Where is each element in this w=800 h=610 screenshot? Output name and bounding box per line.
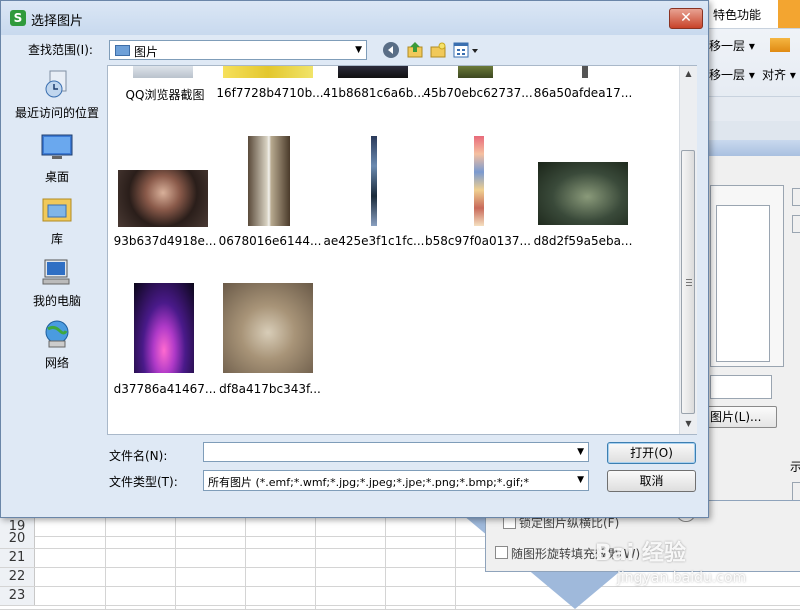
recent-places-icon — [45, 70, 67, 98]
thumbnail[interactable] — [223, 283, 313, 373]
tab-special-features-label: 特色功能 — [713, 8, 762, 22]
thumbnail[interactable] — [582, 66, 588, 78]
network-icon — [45, 320, 69, 348]
picture-path-field[interactable] — [710, 375, 772, 399]
file-name: d8d2f59a5eba... — [533, 234, 633, 248]
side-button-2[interactable] — [792, 215, 800, 233]
column-divider — [245, 518, 246, 609]
row-number: 22 — [0, 568, 35, 586]
file-list-scrollbar[interactable]: ▲ ▼ — [679, 66, 697, 434]
cancel-button[interactable]: 取消 — [607, 470, 696, 492]
place-label: 我的电脑 — [32, 294, 81, 308]
chevron-down-icon[interactable]: ▼ — [577, 447, 584, 457]
file-name: 93b637d4918e... — [113, 234, 217, 248]
column-divider — [315, 518, 316, 609]
scroll-up-icon[interactable]: ▲ — [680, 66, 697, 82]
place-computer[interactable]: 我的电脑 — [9, 257, 105, 309]
dialog-title: 选择图片 — [31, 14, 84, 29]
select-picture-dialog: S 选择图片 ✕ 查找范围(I): 图片 ▼ 最近访问的位置 桌面 库 我的电脑… — [0, 0, 709, 518]
file-list[interactable]: QQ浏览器截图 16f7728b4710b... 41b8681c6a6b...… — [107, 65, 697, 435]
computer-icon — [42, 259, 70, 285]
thumbnail[interactable] — [118, 170, 208, 227]
format-dialog-titlebar — [700, 140, 800, 156]
grip-line — [686, 282, 692, 283]
libraries-icon — [42, 198, 72, 222]
wps-app-icon: S — [10, 10, 26, 26]
file-name: 16f7728b4710b... — [216, 86, 324, 100]
preview-box — [716, 205, 770, 362]
file-name: 45b70ebc62737... — [423, 86, 533, 100]
thumbnail[interactable] — [474, 136, 484, 226]
place-libraries[interactable]: 库 — [9, 195, 105, 247]
chevron-down-icon: ▼ — [355, 45, 362, 55]
place-label: 最近访问的位置 — [14, 106, 99, 120]
dialog-titlebar[interactable]: S 选择图片 ✕ — [1, 1, 708, 35]
scroll-down-icon[interactable]: ▼ — [680, 416, 697, 432]
file-name: 86a50afdea17... — [533, 86, 633, 100]
chevron-down-icon: ▼ — [577, 475, 584, 485]
desktop-icon — [41, 134, 73, 159]
place-label: 库 — [50, 232, 63, 246]
move-down-button[interactable]: 移一层 ▾ — [709, 66, 755, 83]
ribbon-lower-strip — [705, 96, 800, 121]
close-button[interactable]: ✕ — [669, 8, 703, 29]
file-name: b58c97f0a0137... — [425, 234, 531, 248]
column-divider — [175, 518, 176, 609]
thumbnail[interactable] — [134, 283, 194, 373]
row-number: 20 — [0, 530, 35, 548]
file-name: QQ浏览器截图 — [125, 88, 205, 102]
place-desktop[interactable]: 桌面 — [9, 133, 105, 185]
file-type-value: 所有图片 (*.emf;*.wmf;*.jpg;*.jpeg;*.jpe;*.p… — [208, 476, 529, 489]
look-in-dropdown[interactable]: 图片 ▼ — [109, 40, 367, 60]
back-icon[interactable] — [382, 41, 400, 59]
move-up-button[interactable]: 移一层 ▾ — [709, 37, 755, 54]
column-divider — [105, 518, 106, 609]
baidu-watermark-url: jingyan.baidu.com — [617, 570, 747, 586]
file-name: 0678016e6144... — [218, 234, 322, 248]
look-in-label: 查找范围(I): — [28, 43, 93, 57]
place-label: 桌面 — [44, 170, 69, 184]
thumbnail[interactable] — [458, 66, 493, 78]
place-network[interactable]: 网络 — [9, 319, 105, 371]
file-name: 41b8681c6a6b... — [323, 86, 425, 100]
place-recent[interactable]: 最近访问的位置 — [9, 69, 105, 121]
grip-line — [686, 279, 692, 280]
layer-icon[interactable] — [770, 38, 790, 52]
file-name-label: 文件名(N): — [109, 449, 168, 463]
place-label: 网络 — [44, 356, 69, 370]
view-menu-icon[interactable] — [453, 41, 479, 59]
file-type-dropdown[interactable]: 所有图片 (*.emf;*.wmf;*.jpg;*.jpeg;*.jpe;*.p… — [203, 470, 589, 491]
pictures-folder-icon — [115, 45, 130, 56]
row-number: 23 — [0, 587, 35, 605]
places-bar: 最近访问的位置 桌面 库 我的电脑 网络 — [9, 65, 105, 435]
new-folder-icon[interactable] — [429, 41, 447, 59]
rotate-fill-checkbox[interactable] — [495, 546, 508, 559]
side-button-1[interactable] — [792, 188, 800, 206]
grip-line — [686, 285, 692, 286]
picture-browse-button[interactable]: 图片(L)... — [707, 406, 777, 428]
file-name: d37786a41467... — [113, 382, 217, 396]
thumbnail[interactable] — [371, 136, 377, 226]
file-name: ae425e3f1c1fc... — [323, 234, 425, 248]
thumbnail[interactable] — [133, 66, 193, 78]
row-number: 21 — [0, 549, 35, 567]
look-in-value: 图片 — [134, 45, 159, 59]
scroll-thumb[interactable] — [681, 150, 695, 414]
file-name-input[interactable]: ▼ — [203, 442, 589, 462]
up-folder-icon[interactable] — [406, 41, 424, 59]
file-type-label: 文件类型(T): — [109, 475, 178, 489]
column-divider — [385, 518, 386, 609]
file-name: df8a417bc343f... — [219, 382, 321, 396]
side-label: 示 — [790, 460, 800, 474]
ribbon-accent-tab[interactable] — [778, 0, 800, 28]
thumbnail[interactable] — [338, 66, 408, 78]
thumbnail[interactable] — [223, 66, 313, 78]
baidu-watermark: Bai 经验 — [595, 541, 686, 566]
thumbnail[interactable] — [538, 162, 628, 225]
thumbnail[interactable] — [248, 136, 290, 226]
open-button[interactable]: 打开(O) — [607, 442, 696, 464]
align-button[interactable]: 对齐 ▾ — [762, 66, 796, 83]
